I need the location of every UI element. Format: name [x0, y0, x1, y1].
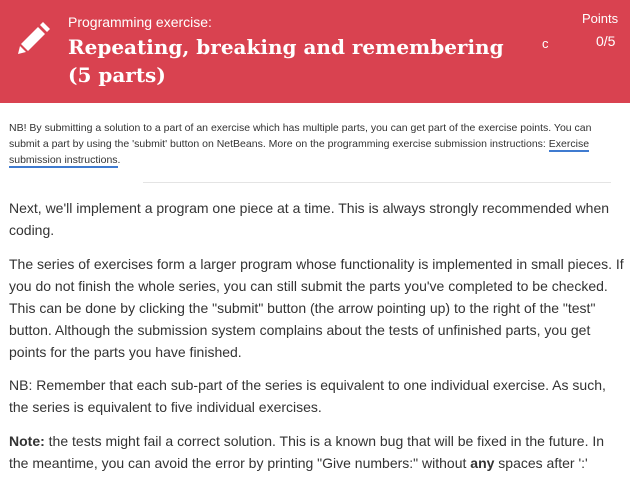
paragraph-series: The series of exercises form a larger pr…	[9, 256, 624, 360]
submission-notice: NB! By submitting a solution to a part o…	[9, 120, 619, 168]
notice-end: .	[117, 154, 121, 166]
pencil-icon	[18, 22, 50, 54]
note-emphasis: any	[470, 455, 495, 471]
exercise-title: Repeating, breaking and remembering (5 p…	[68, 35, 504, 87]
refresh-icon[interactable]: c	[542, 36, 549, 51]
note-text-end: spaces after ':'	[494, 455, 588, 471]
divider	[143, 182, 611, 183]
exercise-header: Programming exercise: Repeating, breakin…	[0, 0, 630, 103]
note-label: Note:	[9, 433, 45, 449]
paragraph-intro: Next, we'll implement a program one piec…	[9, 200, 610, 238]
exercise-type-label: Programming exercise:	[68, 14, 212, 30]
paragraph-note: Note: the tests might fail a correct sol…	[9, 430, 624, 474]
points-value: 0/5	[596, 33, 616, 49]
points-label: Points	[582, 11, 619, 26]
notice-text: NB! By submitting a solution to a part o…	[9, 122, 592, 150]
paragraph-nb: NB: Remember that each sub-part of the s…	[9, 377, 606, 415]
